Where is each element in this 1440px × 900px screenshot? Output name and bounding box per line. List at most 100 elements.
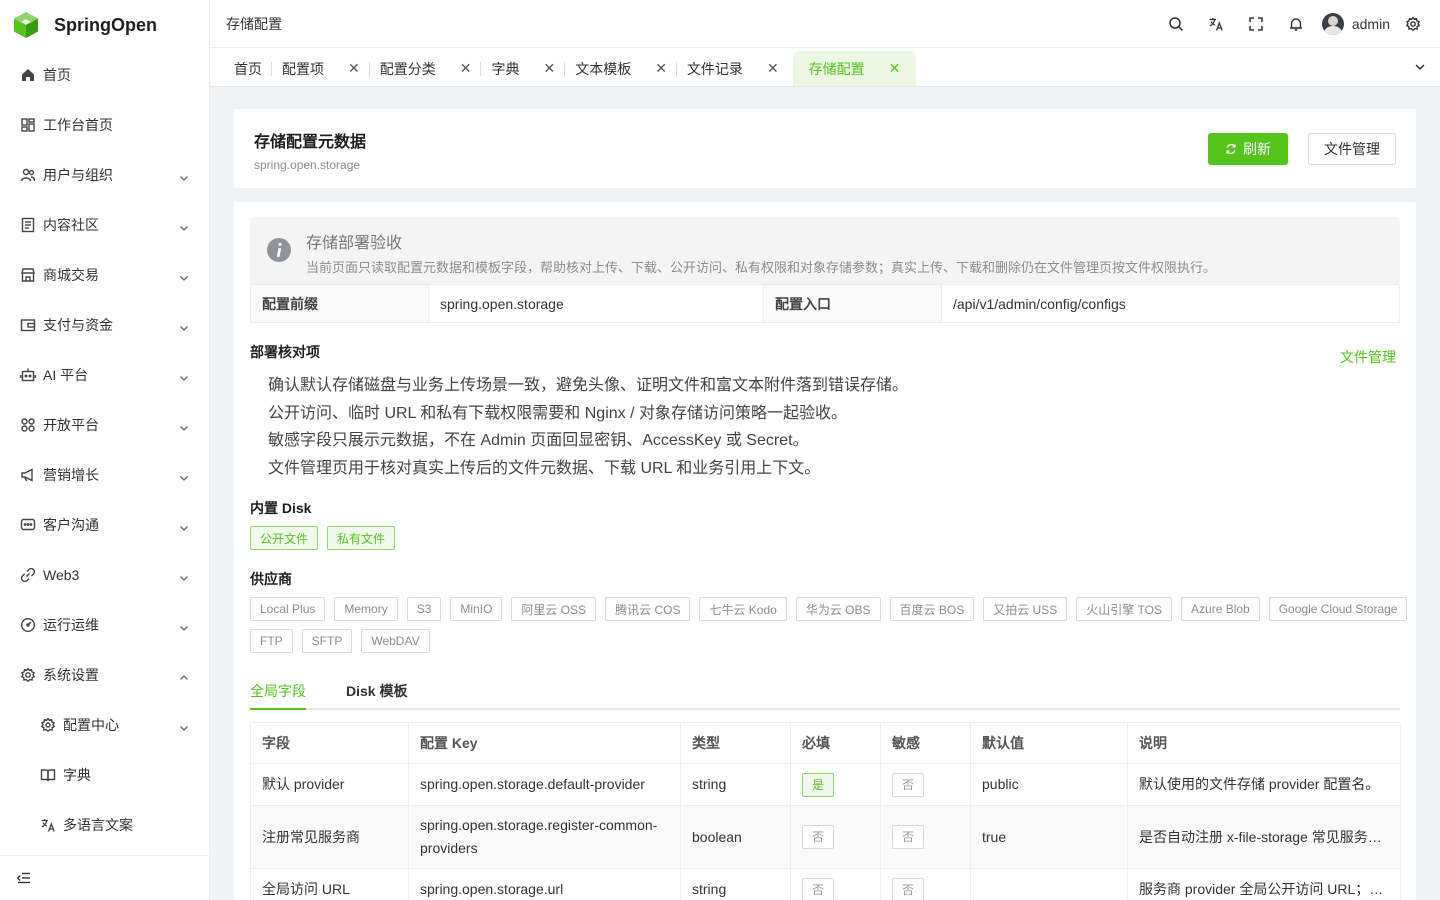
- sidebar-item-payment[interactable]: 支付与资金: [0, 300, 209, 350]
- cell-field: 默认 provider: [250, 763, 409, 806]
- sidebar-item-home[interactable]: 首页: [0, 50, 209, 100]
- cell-type: string: [680, 763, 791, 806]
- sidebar-item-label: 开放平台: [43, 417, 99, 433]
- apps-icon: [20, 417, 36, 433]
- store-icon: [20, 267, 36, 283]
- checklist-item: 敏感字段只展示元数据，不在 Admin 页面回显密钥、AccessKey 或 S…: [268, 432, 809, 449]
- checklist-item: 公开访问、临时 URL 和私有下载权限需要和 Nginx / 对象存储访问策略一…: [268, 404, 847, 422]
- chevron-down-icon: [179, 470, 189, 481]
- sidebar-menu: 首页 工作台首页 用户与组织 内容社区 商城交易 支付与资金 AI 平台 开放平…: [0, 50, 209, 850]
- close-icon[interactable]: ✕: [655, 60, 667, 77]
- sidebar-item-marketing[interactable]: 营销增长: [0, 450, 209, 500]
- entry-value: /api/v1/admin/config/configs: [953, 295, 1126, 312]
- config-icon: [40, 717, 56, 733]
- sidebar-item-system-settings[interactable]: 系统设置: [0, 650, 209, 700]
- breadcrumb: 存储配置: [226, 15, 282, 32]
- sidebar-item-open-platform[interactable]: 开放平台: [0, 400, 209, 450]
- provider-tag: Memory: [334, 597, 398, 621]
- tab-storage-config[interactable]: 存储配置 ✕: [792, 51, 917, 86]
- tab-file-records[interactable]: 文件记录 ✕: [677, 51, 789, 86]
- sidebar-item-ops[interactable]: 运行运维: [0, 600, 209, 650]
- cell-required: 否: [790, 805, 881, 869]
- close-icon[interactable]: ✕: [889, 60, 901, 77]
- sidebar-item-customer[interactable]: 客户沟通: [0, 500, 209, 550]
- sidebar-item-users[interactable]: 用户与组织: [0, 150, 209, 200]
- column-header: 类型: [680, 722, 791, 764]
- search-icon: [1168, 16, 1184, 32]
- cell-required: 否: [790, 868, 881, 900]
- chevron-down-icon: [179, 220, 189, 231]
- megaphone-icon: [20, 467, 36, 483]
- file-manage-link[interactable]: 文件管理: [1340, 347, 1396, 367]
- chat-icon: [20, 517, 36, 533]
- checklist-title: 部署核对项: [250, 344, 320, 360]
- search-button[interactable]: [1156, 4, 1196, 44]
- cell-type: boolean: [680, 805, 791, 869]
- column-header: 说明: [1127, 722, 1401, 764]
- sidebar-item-i18n[interactable]: 多语言文案: [0, 800, 209, 850]
- collapse-sidebar-button[interactable]: [0, 855, 209, 900]
- close-icon[interactable]: ✕: [460, 60, 472, 77]
- sidebar-item-label: 商城交易: [43, 267, 99, 283]
- tab-config-items[interactable]: 配置项 ✕: [272, 51, 370, 86]
- file-manage-button[interactable]: 文件管理: [1308, 133, 1396, 165]
- cell-key: spring.open.storage.default-provider: [408, 763, 681, 806]
- provider-tag: SFTP: [301, 629, 353, 653]
- page-tabs: 首页 配置项 ✕ 配置分类 ✕ 字典 ✕ 文本模板 ✕ 文件记录 ✕ 存储配置 ✕: [210, 48, 1440, 87]
- close-icon[interactable]: ✕: [767, 60, 779, 77]
- chevron-down-icon: [179, 570, 189, 581]
- tab-text-templates[interactable]: 文本模板 ✕: [565, 51, 677, 86]
- sensitive-badge: 否: [892, 772, 924, 797]
- fullscreen-icon: [1248, 16, 1264, 32]
- cell-required: 是: [790, 763, 881, 806]
- sidebar-item-mall[interactable]: 商城交易: [0, 250, 209, 300]
- sidebar-item-label: Web3: [43, 567, 80, 583]
- sidebar-item-label: 字典: [63, 767, 91, 783]
- tab-config-categories[interactable]: 配置分类 ✕: [370, 51, 482, 86]
- sidebar-item-label: 内容社区: [43, 217, 99, 233]
- translate-icon: [40, 817, 56, 833]
- language-button[interactable]: [1196, 4, 1236, 44]
- tab-global-fields[interactable]: 全局字段: [250, 672, 306, 710]
- app-logo[interactable]: SpringOpen: [0, 0, 209, 50]
- info-alert: 存储部署验收 当前页面只读取配置元数据和模板字段，帮助核对上传、下载、公开访问、…: [250, 217, 1400, 285]
- info-icon: [266, 237, 292, 263]
- close-icon[interactable]: ✕: [543, 60, 555, 77]
- sidebar-item-label: 多语言文案: [63, 817, 133, 833]
- sidebar-item-workbench[interactable]: 工作台首页: [0, 100, 209, 150]
- cube-logo-icon: [12, 11, 40, 39]
- provider-tag: 火山引擎 TOS: [1076, 597, 1173, 621]
- cell-type: string: [680, 868, 791, 900]
- prefix-value: spring.open.storage: [429, 285, 764, 322]
- cell-sensitive: 否: [880, 763, 971, 806]
- cell-field: 全局访问 URL: [250, 868, 409, 900]
- tabs-more-chevron-icon[interactable]: [1414, 60, 1426, 78]
- chevron-down-icon: [179, 520, 189, 531]
- refresh-label: 刷新: [1243, 141, 1271, 157]
- sidebar-item-ai[interactable]: AI 平台: [0, 350, 209, 400]
- tab-home[interactable]: 首页: [224, 51, 272, 86]
- tab-disk-template[interactable]: Disk 模板: [346, 672, 407, 708]
- bell-icon: [1288, 16, 1304, 32]
- book-icon: [40, 767, 56, 783]
- sidebar-item-dictionary[interactable]: 字典: [0, 750, 209, 800]
- tab-dictionary[interactable]: 字典 ✕: [481, 51, 565, 86]
- provider-tag: 阿里云 OSS: [511, 597, 597, 621]
- provider-tag: 百度云 BOS: [889, 597, 975, 621]
- close-icon[interactable]: ✕: [348, 60, 360, 77]
- provider-tag: Google Cloud Storage: [1268, 597, 1408, 621]
- table-row: 注册常见服务商 spring.open.storage.register-com…: [250, 805, 1401, 869]
- provider-tag: 七牛云 Kodo: [699, 597, 787, 621]
- disk-section-title: 内置 Disk: [250, 500, 312, 516]
- sidebar-item-content[interactable]: 内容社区: [0, 200, 209, 250]
- notification-button[interactable]: [1276, 4, 1316, 44]
- sidebar-item-label: 营销增长: [43, 467, 99, 483]
- fullscreen-button[interactable]: [1236, 4, 1276, 44]
- header-tools: admin: [1156, 4, 1440, 44]
- user-menu[interactable]: admin: [1321, 12, 1390, 35]
- sidebar-item-web3[interactable]: Web3: [0, 550, 209, 600]
- settings-button[interactable]: [1398, 4, 1428, 44]
- required-badge: 是: [802, 772, 834, 797]
- sidebar-item-config-center[interactable]: 配置中心: [0, 700, 209, 750]
- refresh-button[interactable]: 刷新: [1208, 133, 1288, 165]
